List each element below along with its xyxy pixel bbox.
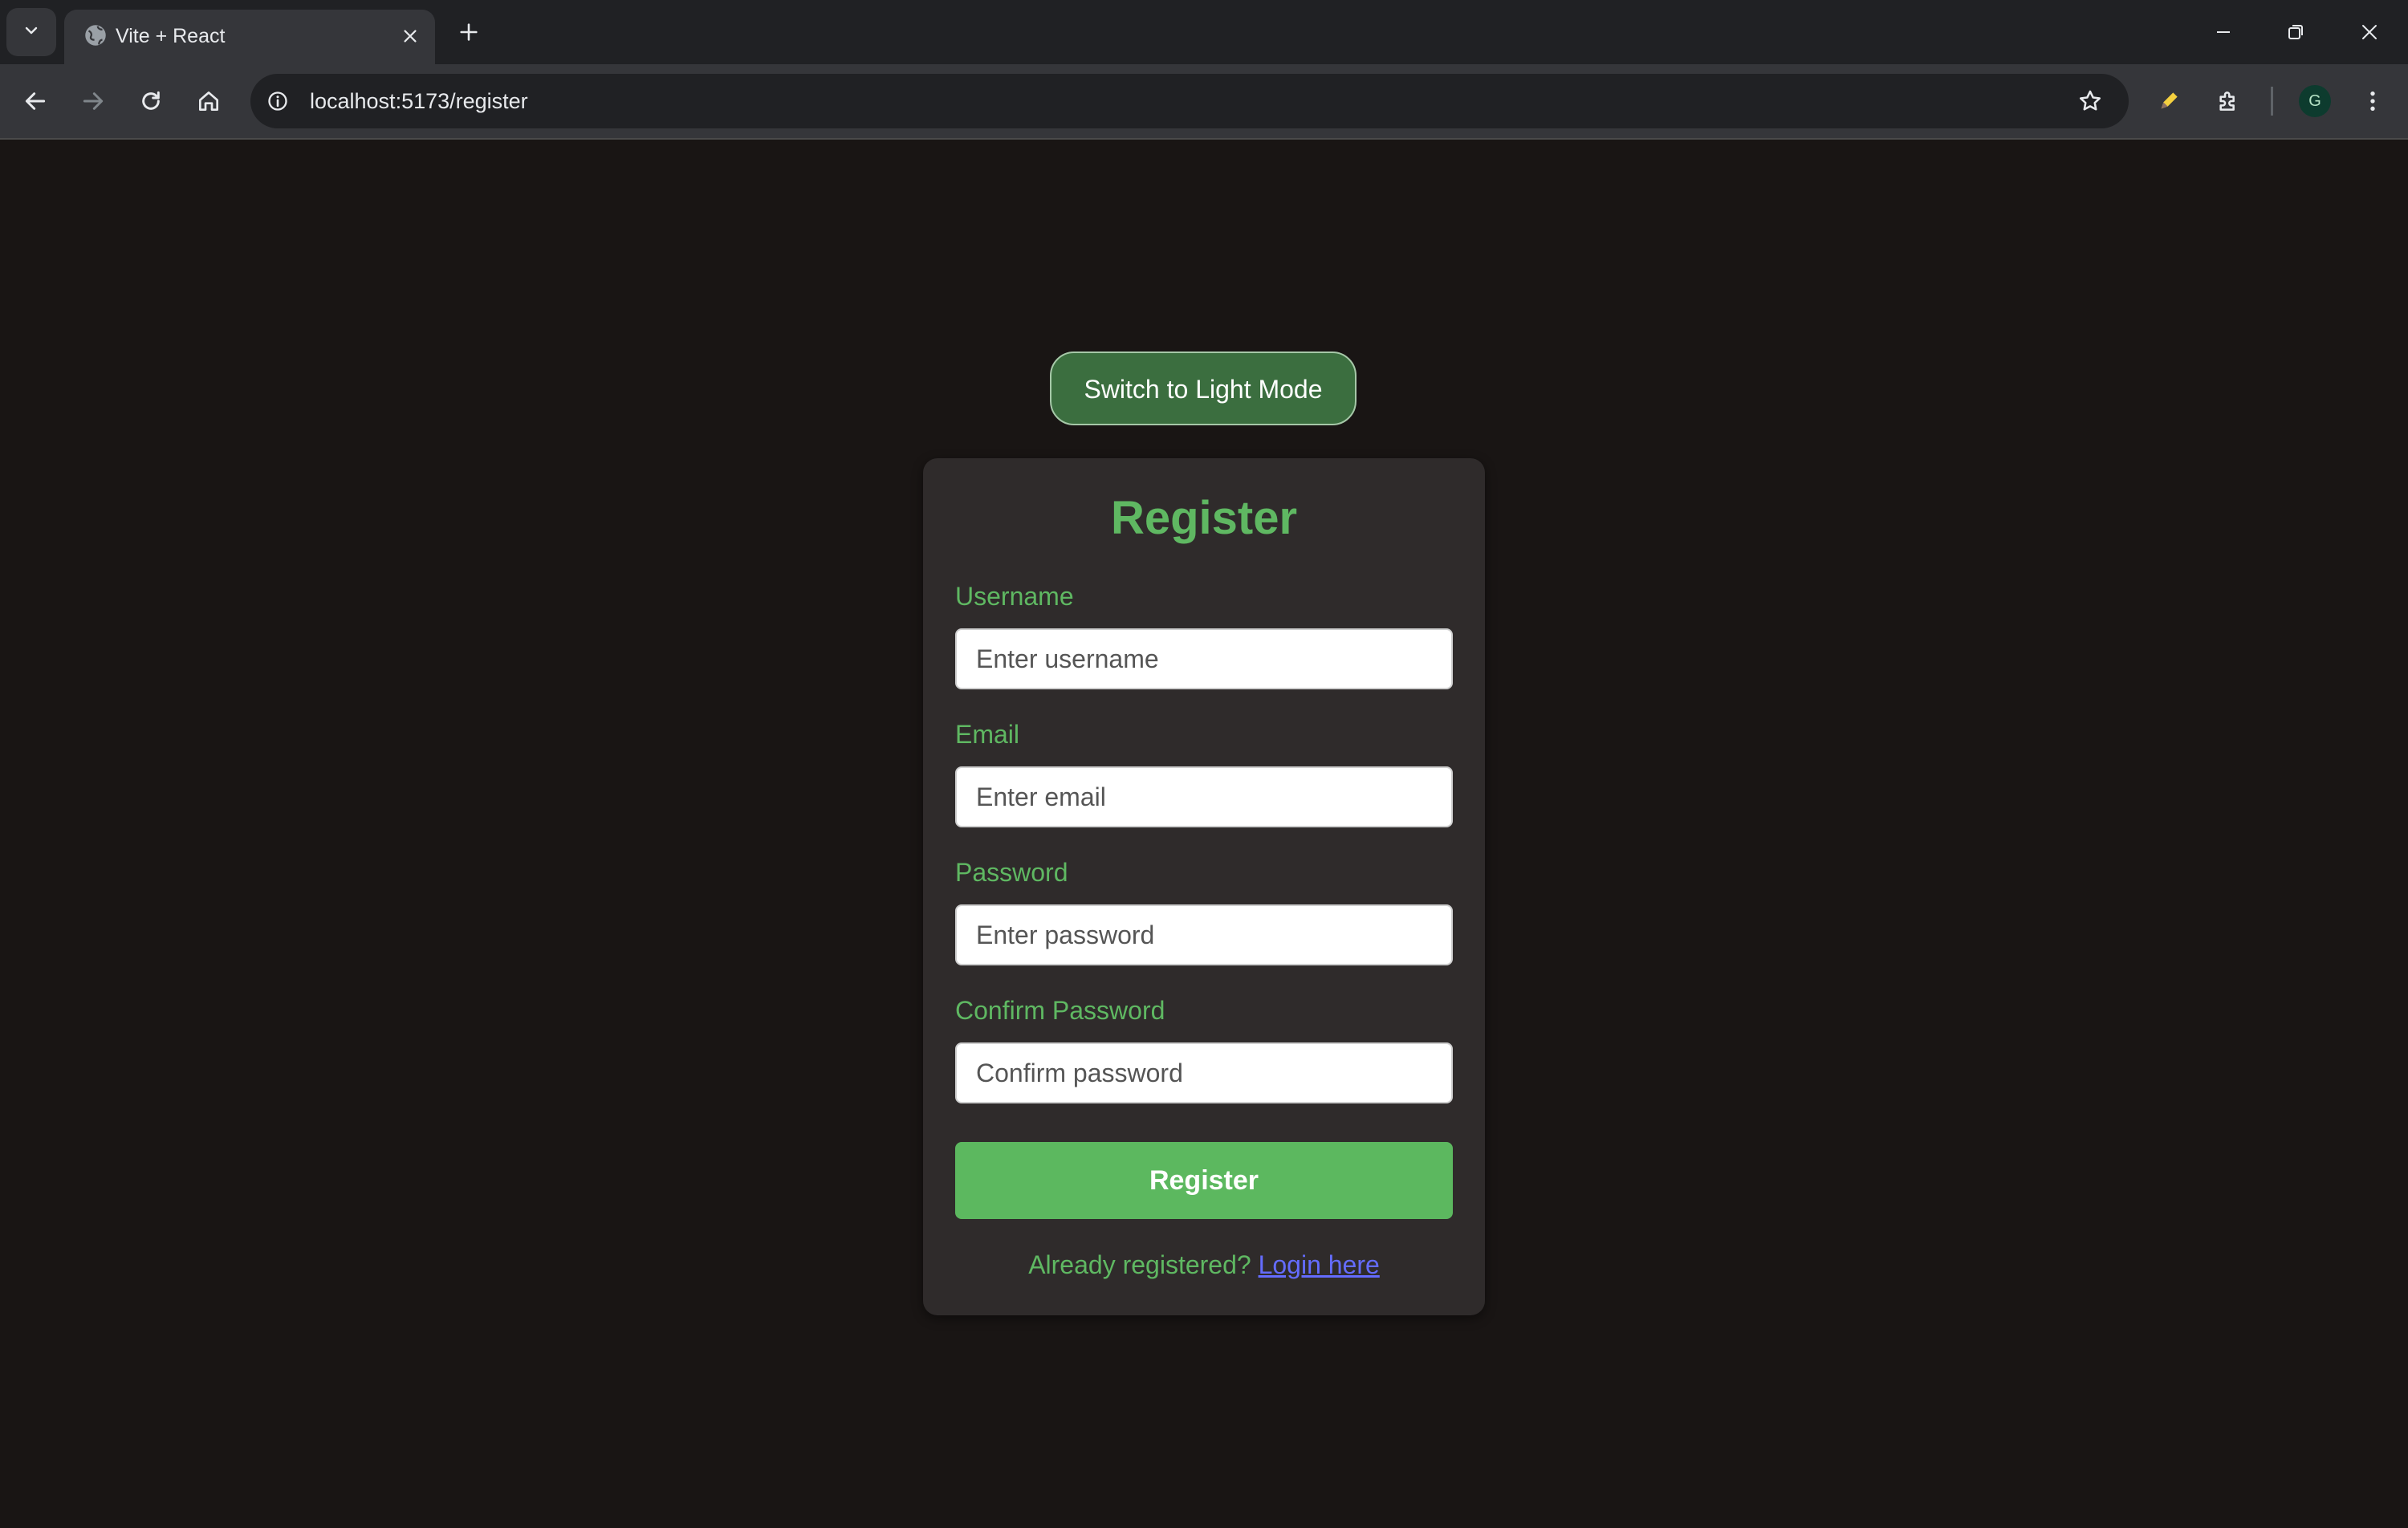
restore-window-icon[interactable]	[2278, 14, 2313, 50]
browser-tabstrip: Vite + React	[0, 0, 2408, 64]
viewport-divider	[0, 138, 2408, 140]
theme-toggle-button[interactable]: Switch to Light Mode	[1050, 352, 1357, 425]
form-title: Register	[1110, 492, 1298, 544]
url-text[interactable]: localhost:5173/register	[310, 86, 528, 116]
browser-tab-active[interactable]: Vite + React	[64, 10, 435, 64]
toolbar-separator	[2271, 87, 2273, 116]
close-tab-icon[interactable]	[397, 22, 424, 50]
forward-arrow-icon[interactable]	[74, 82, 112, 120]
login-prompt: Already registered? Login here	[923, 1248, 1485, 1282]
reload-icon[interactable]	[132, 82, 170, 120]
confirm-password-label: Confirm Password	[955, 996, 1165, 1025]
bookmark-star-icon[interactable]	[2072, 83, 2108, 119]
globe-icon	[82, 22, 109, 49]
email-label: Email	[955, 720, 1020, 749]
kebab-menu-icon[interactable]	[2353, 82, 2392, 120]
register-submit-button[interactable]: Register	[955, 1142, 1453, 1219]
email-input[interactable]	[955, 766, 1453, 827]
username-label: Username	[955, 582, 1074, 611]
password-label: Password	[955, 858, 1068, 887]
username-input[interactable]	[955, 628, 1453, 689]
confirm-password-input[interactable]	[955, 1042, 1453, 1103]
login-prompt-text: Already registered?	[1028, 1250, 1251, 1279]
register-card: Register Username Email Password Confirm…	[923, 458, 1485, 1315]
tab-search-button[interactable]	[6, 8, 56, 56]
browser-toolbar: localhost:5173/register G	[0, 64, 2408, 138]
home-icon[interactable]	[189, 82, 228, 120]
pencil-extension-icon[interactable]	[2150, 82, 2188, 120]
password-input[interactable]	[955, 904, 1453, 965]
tab-title: Vite + React	[116, 25, 226, 47]
chevron-down-icon	[22, 21, 41, 44]
profile-avatar[interactable]: G	[2299, 85, 2331, 117]
address-bar[interactable]: localhost:5173/register	[250, 74, 2129, 128]
minimize-window-icon[interactable]	[2206, 14, 2241, 50]
site-info-icon[interactable]	[263, 87, 292, 116]
new-tab-plus-icon[interactable]	[454, 18, 483, 47]
back-arrow-icon[interactable]	[16, 82, 55, 120]
login-link[interactable]: Login here	[1259, 1250, 1380, 1279]
close-window-icon[interactable]	[2352, 14, 2387, 50]
extensions-puzzle-icon[interactable]	[2209, 82, 2247, 120]
